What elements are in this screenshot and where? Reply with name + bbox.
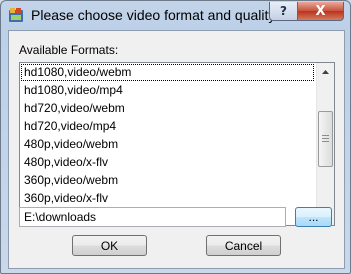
- dialog-window: Please choose video format and quality: …: [0, 0, 351, 274]
- browse-button[interactable]: ...: [295, 207, 332, 227]
- format-item[interactable]: hd1080,video/mp4: [24, 82, 123, 99]
- format-item[interactable]: 360p,video/x-flv: [24, 190, 108, 207]
- thumb-grip-line: [322, 138, 329, 139]
- format-item[interactable]: hd720,video/mp4: [24, 118, 116, 135]
- format-item[interactable]: 360p,video/webm: [24, 172, 118, 189]
- scroll-up-button[interactable]: [318, 63, 333, 80]
- close-icon: X: [315, 3, 326, 19]
- scrollbar-thumb[interactable]: [318, 111, 333, 167]
- download-path-input[interactable]: E:\downloads: [19, 207, 286, 227]
- format-item[interactable]: hd1080,video/webm: [21, 64, 314, 81]
- close-button[interactable]: X: [297, 2, 344, 21]
- scroll-up-arrow-icon: [322, 69, 329, 74]
- format-item[interactable]: 480p,video/webm: [24, 136, 118, 153]
- dialog-body: Available Formats: hd1080,video/webm hd1…: [8, 30, 345, 269]
- help-icon: ?: [280, 4, 287, 18]
- ok-button[interactable]: OK: [72, 235, 147, 256]
- format-item[interactable]: hd720,video/webm: [24, 100, 125, 117]
- app-icon: [8, 7, 24, 23]
- window-title: Please choose video format and quality:: [31, 7, 280, 23]
- title-bar[interactable]: Please choose video format and quality: …: [1, 1, 350, 31]
- formats-listbox[interactable]: hd1080,video/webm hd1080,video/mp4 hd720…: [19, 62, 335, 226]
- thumb-grip-line: [322, 141, 329, 142]
- thumb-grip-line: [322, 135, 329, 136]
- format-item[interactable]: 480p,video/x-flv: [24, 154, 108, 171]
- help-button[interactable]: ?: [269, 2, 298, 21]
- available-formats-label: Available Formats:: [19, 43, 119, 57]
- cancel-button[interactable]: Cancel: [206, 235, 281, 256]
- vertical-scrollbar[interactable]: [316, 63, 334, 225]
